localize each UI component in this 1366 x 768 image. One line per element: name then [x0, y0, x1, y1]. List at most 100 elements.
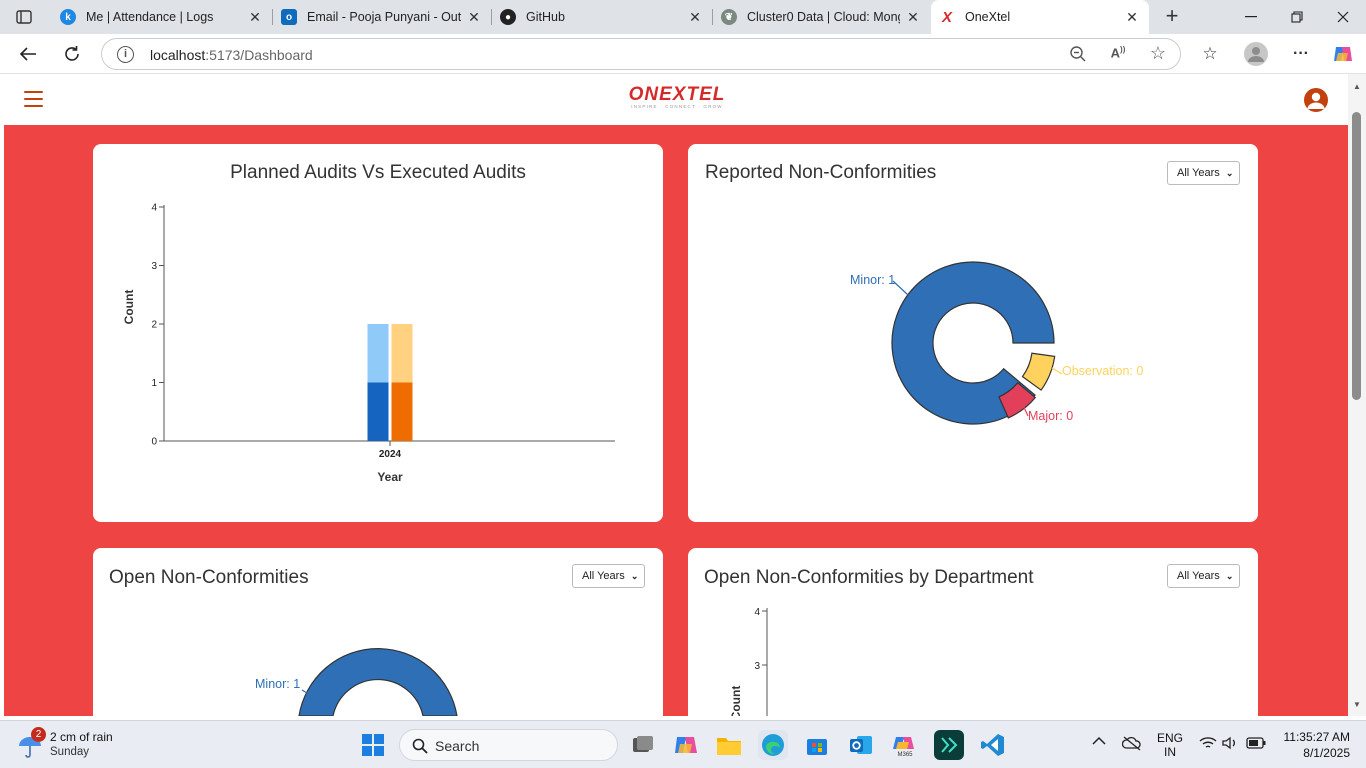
browser-tab-strip: k Me | Attendance | Logs ✕ o Email - Poo… — [0, 0, 1366, 34]
user-account-icon[interactable] — [1304, 88, 1328, 112]
bar-segment-bottom-1 — [391, 382, 413, 441]
minimize-icon — [1245, 16, 1257, 18]
settings-more-button[interactable]: ··· — [1288, 42, 1314, 66]
more-dots-icon: ··· — [1293, 45, 1309, 62]
new-tab-button[interactable]: + — [1160, 4, 1184, 28]
minimize-button[interactable] — [1228, 0, 1274, 34]
planned-vs-executed-chart: 0 1 2 3 4 2024 Year Count — [122, 203, 615, 484]
y-tick-label: 3 — [754, 661, 760, 672]
logo-text: ONEXTEL — [628, 84, 726, 105]
outlook-app-icon[interactable] — [846, 730, 876, 760]
refresh-icon — [65, 46, 79, 61]
slice-leader-line — [892, 280, 909, 296]
url-host: localhost — [150, 47, 206, 63]
open-nc-by-department-card: Open Non-Conformities by Department All … — [688, 548, 1258, 716]
scroll-up-arrow-icon[interactable]: ▲ — [1353, 82, 1361, 91]
browser-tab-outlook[interactable]: o Email - Pooja Punyani - Outlook ✕ — [273, 0, 491, 34]
search-label: Search — [435, 738, 480, 754]
show-hidden-icons-button[interactable] — [1092, 735, 1106, 749]
zoom-out-icon[interactable] — [1068, 45, 1088, 65]
github-icon: ● — [500, 9, 516, 25]
browser-toolbar: i localhost:5173/Dashboard A)) ☆ ☆ ··· — [0, 34, 1366, 74]
open-nc-donut-chart: Minor: 1 — [255, 648, 458, 716]
x-axis-label: Year — [377, 470, 403, 484]
open-nc-card: Open Non-Conformities All Years ⌄ Minor: … — [93, 548, 663, 716]
taskbar-search-box[interactable]: Search — [399, 729, 618, 761]
clock-date: 8/1/2025 — [1303, 746, 1350, 760]
tab-title: Me | Attendance | Logs — [86, 10, 214, 24]
clock[interactable]: 11:35:27 AM 8/1/2025 — [1270, 729, 1351, 761]
close-icon[interactable]: ✕ — [686, 9, 704, 26]
vscode-icon[interactable] — [978, 730, 1008, 760]
wifi-icon[interactable] — [1199, 736, 1217, 753]
tab-title: OneXtel — [965, 10, 1011, 24]
reported-nc-card: Reported Non-Conformities All Years ⌄ Min… — [688, 144, 1258, 522]
scrollbar-thumb[interactable] — [1352, 112, 1361, 400]
browser-tab-onextel[interactable]: X OneXtel ✕ — [931, 0, 1149, 34]
browser-tab-mongodb[interactable]: ❦ Cluster0 Data | Cloud: MongoDB ✕ — [713, 0, 930, 34]
outlook-icon: o — [281, 9, 297, 25]
read-aloud-icon[interactable]: A)) — [1108, 45, 1128, 65]
open-nc-by-department-chart: 4 3 Count — [729, 607, 768, 716]
close-window-icon — [1337, 11, 1349, 23]
browser-tab-attendance[interactable]: k Me | Attendance | Logs ✕ — [52, 0, 272, 34]
weather-day: Sunday — [50, 746, 90, 758]
copilot-icon — [1334, 47, 1352, 61]
arrow-left-icon — [19, 47, 36, 61]
close-icon[interactable]: ✕ — [246, 9, 264, 26]
close-icon[interactable]: ✕ — [1123, 9, 1141, 26]
browser-tab-github[interactable]: ● GitHub ✕ — [492, 0, 712, 34]
favorites-button[interactable]: ☆ — [1197, 42, 1223, 66]
tab-actions-button[interactable] — [8, 6, 40, 28]
favorites-icon: ☆ — [1202, 44, 1218, 63]
copilot-taskbar-icon[interactable] — [671, 730, 701, 760]
slice-label: Major: 0 — [1028, 409, 1073, 423]
site-info-icon[interactable]: i — [117, 46, 134, 63]
y-tick-label: 3 — [151, 261, 157, 272]
battery-icon[interactable] — [1246, 737, 1266, 752]
bar-segment-top-1 — [391, 324, 413, 383]
refresh-button[interactable] — [59, 42, 85, 66]
region-code: IN — [1164, 745, 1176, 759]
edge-browser-icon[interactable] — [758, 730, 788, 760]
tab-actions-icon — [16, 10, 32, 24]
terminal-app-icon[interactable] — [934, 730, 964, 760]
bar-segment-bottom-0 — [367, 382, 389, 441]
close-icon[interactable]: ✕ — [904, 9, 922, 26]
y-tick-label: 2 — [151, 320, 157, 331]
onextel-x-icon: X — [941, 8, 952, 26]
back-button[interactable] — [15, 42, 41, 66]
language-indicator[interactable]: ENG IN — [1155, 731, 1185, 759]
microsoft-store-icon[interactable] — [802, 730, 832, 760]
profile-button[interactable] — [1243, 42, 1269, 66]
bar-segment-top-0 — [367, 324, 389, 383]
favorite-star-icon[interactable]: ☆ — [1148, 43, 1168, 63]
page-scrollbar[interactable]: ▲ ▼ — [1348, 74, 1366, 716]
volume-icon[interactable] — [1222, 736, 1238, 753]
restore-button[interactable] — [1274, 0, 1320, 34]
app-header: ONEXTEL INSPIRE · CONNECT · GROW — [4, 74, 1348, 125]
copilot-button[interactable] — [1330, 42, 1356, 66]
task-view-icon[interactable] — [628, 730, 658, 760]
menu-hamburger-icon[interactable] — [24, 91, 43, 107]
file-explorer-icon[interactable] — [714, 730, 744, 760]
windows-logo-icon — [362, 734, 384, 756]
close-icon[interactable]: ✕ — [465, 9, 483, 26]
weather-badge: 2 — [31, 727, 46, 742]
start-button[interactable] — [358, 730, 388, 760]
address-bar[interactable]: i localhost:5173/Dashboard A)) ☆ — [101, 38, 1181, 70]
onedrive-offline-icon[interactable] — [1121, 735, 1142, 754]
slice-leader-line — [1051, 367, 1063, 375]
dashboard-main: Planned Audits Vs Executed Audits 012342… — [4, 125, 1348, 716]
svg-text:M365: M365 — [897, 752, 913, 757]
clock-time: 11:35:27 AM — [1283, 730, 1351, 744]
url-text: localhost:5173/Dashboard — [150, 47, 313, 63]
scroll-down-arrow-icon[interactable]: ▼ — [1353, 700, 1361, 709]
y-tick-label: 4 — [151, 203, 157, 214]
reported-nc-donut-chart: Minor: 1 Observation: 0 Major: 0 — [850, 261, 1143, 425]
k-logo-icon: k — [60, 9, 76, 25]
close-window-button[interactable] — [1320, 0, 1366, 34]
microsoft-365-icon[interactable]: M365 — [890, 730, 920, 760]
planned-vs-executed-card: Planned Audits Vs Executed Audits 012342… — [93, 144, 663, 522]
profile-avatar-icon — [1244, 42, 1268, 66]
